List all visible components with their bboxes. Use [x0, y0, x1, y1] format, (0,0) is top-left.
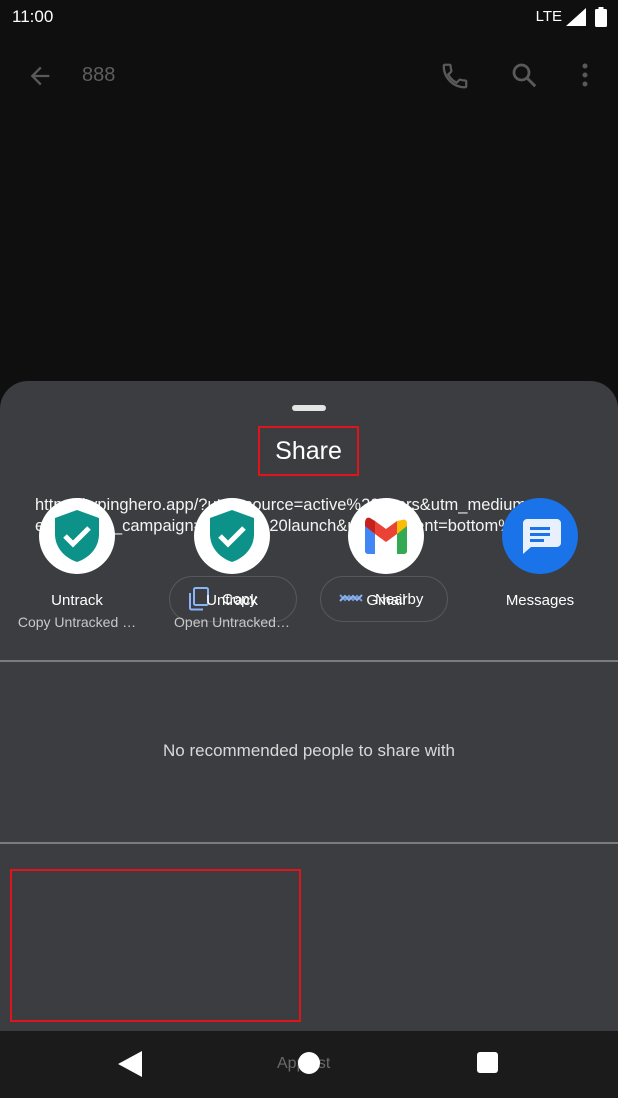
- search-icon[interactable]: [509, 60, 539, 90]
- no-recommendations-text: No recommended people to share with: [163, 741, 455, 760]
- app-target-messages[interactable]: Messages: [463, 498, 617, 609]
- conversation-title: 888: [82, 64, 116, 86]
- divider-top: [0, 660, 618, 662]
- messages-app-icon: [502, 498, 578, 574]
- app-subtitle: Open Untracked…: [174, 614, 290, 630]
- app-target-gmail[interactable]: Gmail: [309, 498, 463, 609]
- shield-check-icon: [55, 510, 99, 562]
- app-target-untrack-copy[interactable]: Untrack Copy Untracked …: [0, 498, 154, 630]
- gmail-icon: [365, 517, 407, 554]
- drag-handle[interactable]: [292, 405, 326, 411]
- untrack-app-icon: [39, 498, 115, 574]
- network-type: LTE: [535, 8, 562, 25]
- highlight-untrack-apps: [10, 869, 301, 1022]
- app-name: Untrack: [206, 592, 258, 609]
- share-title: Share: [258, 426, 359, 476]
- app-name: Untrack: [51, 592, 103, 609]
- nav-recents-icon[interactable]: [477, 1052, 498, 1073]
- more-vert-icon[interactable]: [575, 60, 595, 90]
- phone-icon[interactable]: [440, 61, 470, 91]
- nav-back-icon[interactable]: [118, 1051, 142, 1077]
- app-name: Messages: [505, 592, 575, 609]
- untrack-app-icon: [194, 498, 270, 574]
- shield-check-icon: [210, 510, 254, 562]
- app-bar: 888: [0, 44, 618, 108]
- battery-icon: [595, 7, 607, 27]
- messages-icon: [523, 519, 561, 554]
- signal-icon: [566, 8, 586, 26]
- app-name: Gmail: [366, 592, 406, 609]
- status-time: 11:00: [12, 7, 54, 26]
- app-target-untrack-open[interactable]: Untrack Open Untracked…: [155, 498, 309, 630]
- gmail-app-icon: [348, 498, 424, 574]
- nav-home-icon[interactable]: [298, 1052, 320, 1074]
- back-arrow-icon[interactable]: [26, 62, 54, 90]
- status-bar: 11:00 LTE: [0, 0, 618, 36]
- navigation-bar: AppList: [0, 1031, 618, 1098]
- app-subtitle: Copy Untracked …: [17, 614, 137, 630]
